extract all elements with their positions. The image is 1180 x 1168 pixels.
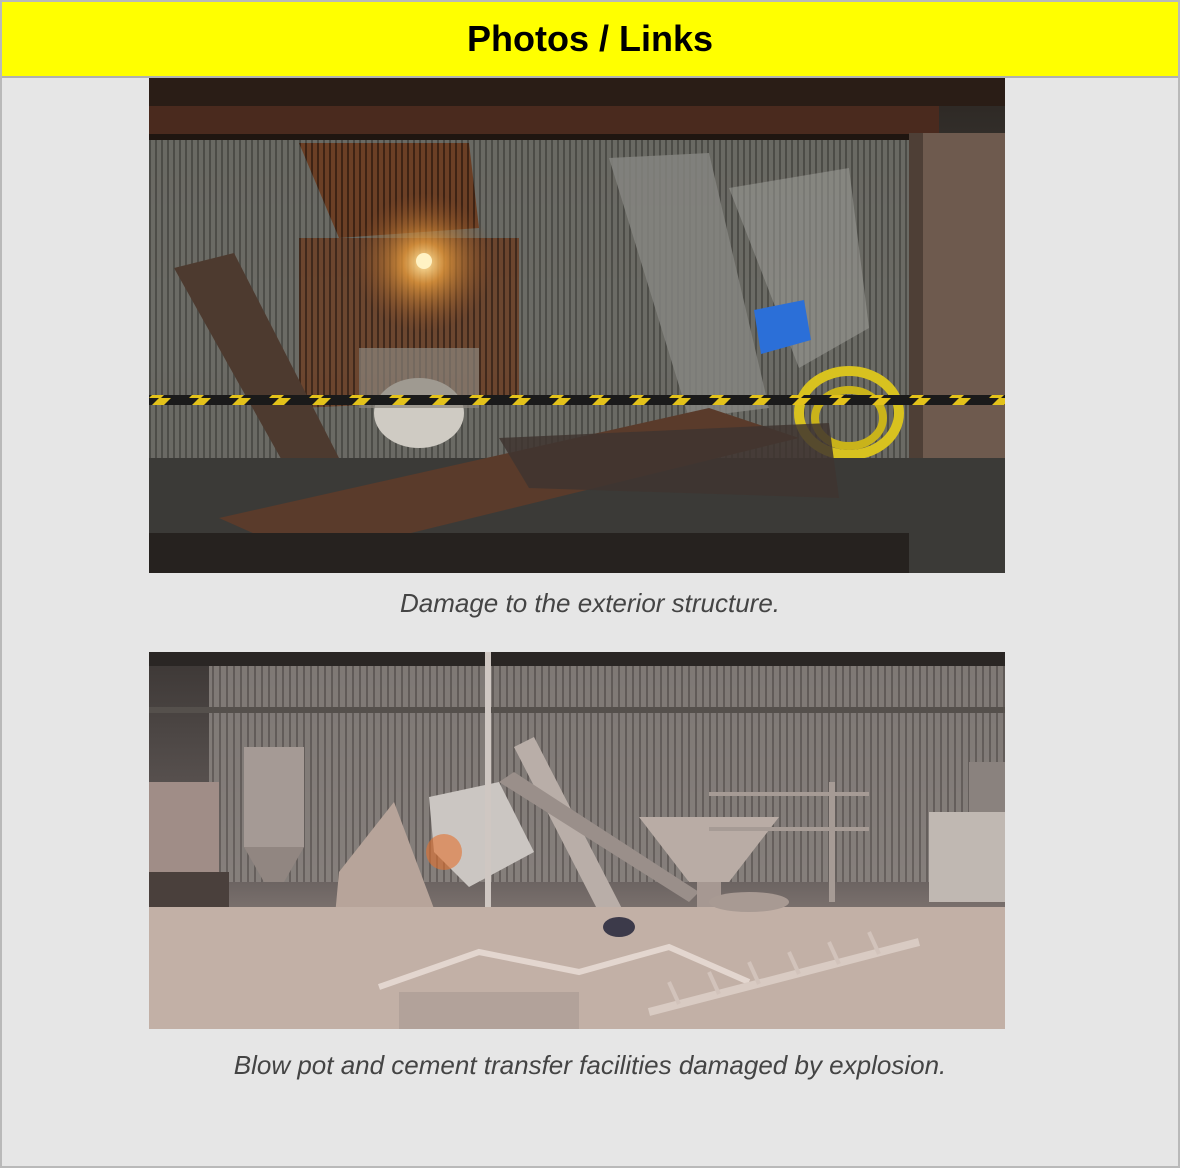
- photo-exterior-damage-image: [149, 78, 1005, 573]
- section-title: Photos / Links: [466, 18, 714, 59]
- photo-caption: Blow pot and cement transfer facilities …: [233, 1050, 947, 1080]
- section-header: Photos / Links: [2, 2, 1178, 78]
- photos-panel: Photos / Links Damage to the exterior st…: [0, 0, 1180, 1168]
- photo-blow-pot-damage: [149, 652, 1005, 1029]
- photo-blow-pot-damage-image: [149, 652, 1005, 1029]
- photo-caption: Damage to the exterior structure.: [399, 588, 781, 618]
- photo-exterior-damage: [149, 78, 1005, 573]
